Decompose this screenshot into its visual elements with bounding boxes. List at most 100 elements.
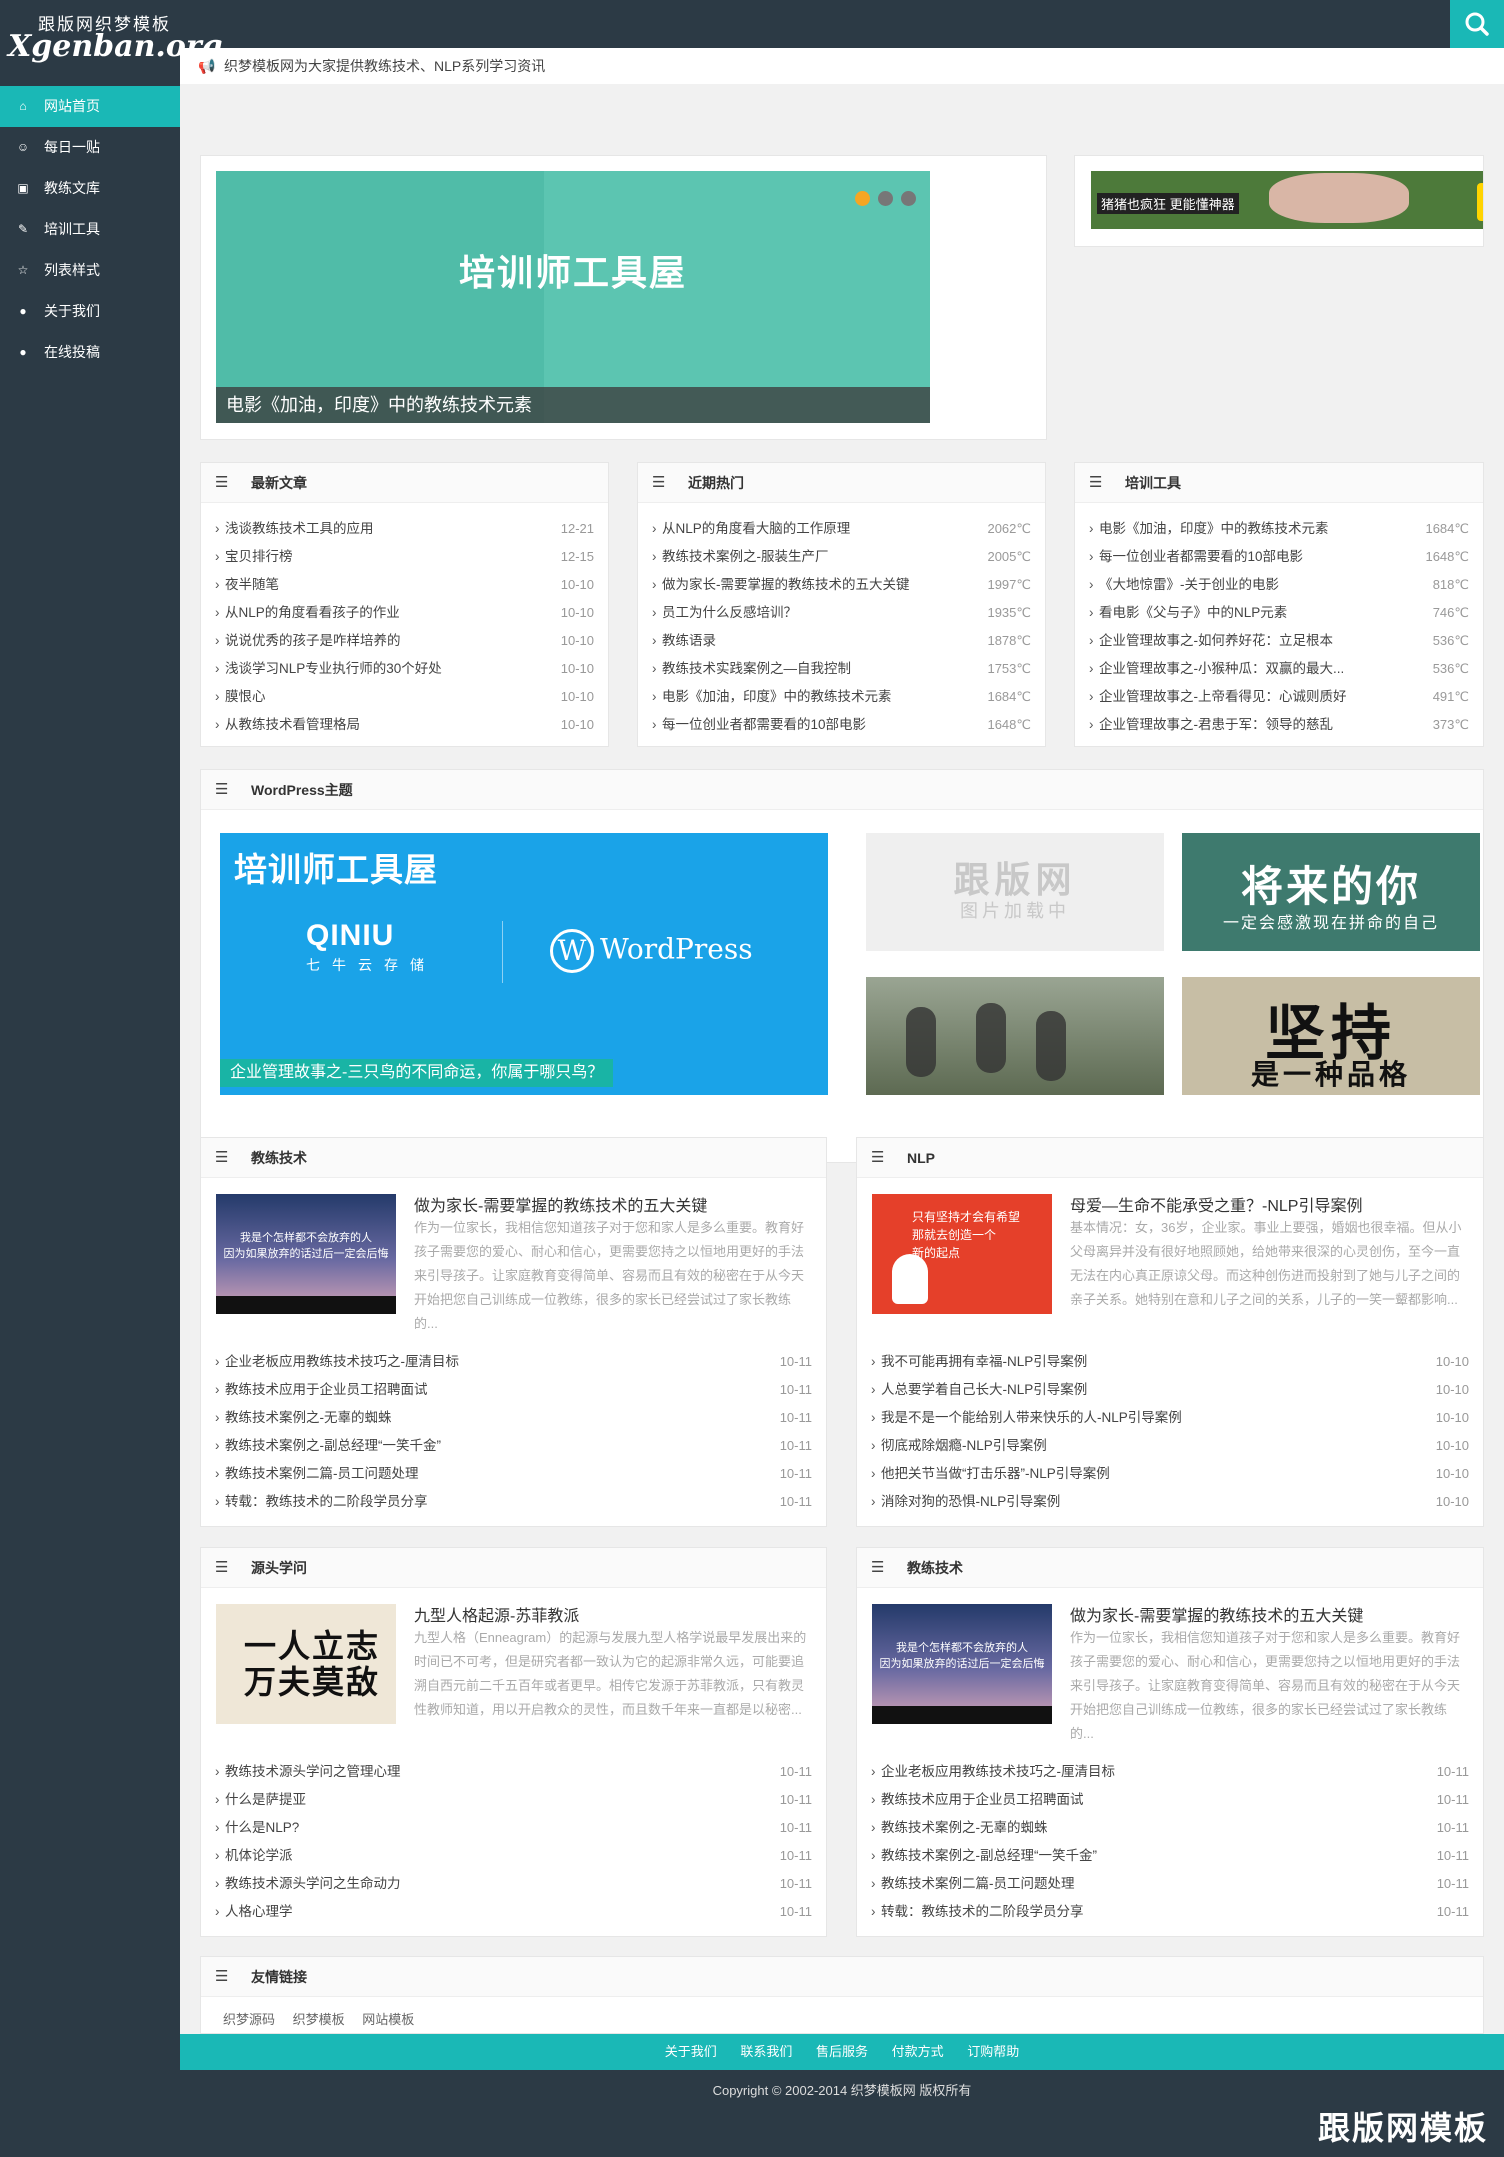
- list-item[interactable]: 膜恨心10-10: [215, 683, 594, 711]
- featured-image[interactable]: 一人立志 万夫莫敌: [216, 1604, 396, 1724]
- list-item[interactable]: 教练语录1878℃: [652, 627, 1031, 655]
- list-item-title[interactable]: 每一位创业者都需要看的10部电影: [1099, 543, 1469, 571]
- list-item-title[interactable]: 浅谈学习NLP专业执行师的30个好处: [225, 655, 594, 683]
- featured-title[interactable]: 母爱—生命不能承受之重？-NLP引导案例: [1070, 1192, 1468, 1216]
- list-item-title[interactable]: 每一位创业者都需要看的10部电影: [662, 711, 1031, 739]
- list-item[interactable]: 教练技术应用于企业员工招聘面试10-11: [871, 1786, 1469, 1814]
- list-item-title[interactable]: 企业管理故事之-上帝看得见：心诚则质好: [1099, 683, 1469, 711]
- list-item-title[interactable]: 电影《加油，印度》中的教练技术元素: [1099, 515, 1469, 543]
- slider-dot-3[interactable]: [901, 191, 916, 206]
- list-item-title[interactable]: 教练技术源头学问之管理心理: [225, 1758, 812, 1786]
- list-item-title[interactable]: 从NLP的角度看大脑的工作原理: [662, 515, 1031, 543]
- list-item[interactable]: 企业老板应用教练技术技巧之-厘清目标10-11: [871, 1758, 1469, 1786]
- list-item[interactable]: 他把关节当做“打击乐器”-NLP引导案例10-10: [871, 1460, 1469, 1488]
- thumb-future-you[interactable]: 将来的你 一定会感激现在拼命的自己: [1182, 833, 1480, 951]
- list-item[interactable]: 企业管理故事之-上帝看得见：心诚则质好491℃: [1089, 683, 1469, 711]
- list-item[interactable]: 夜半随笔10-10: [215, 571, 594, 599]
- list-item[interactable]: 电影《加油，印度》中的教练技术元素1684℃: [1089, 515, 1469, 543]
- list-item[interactable]: 人总要学着自己长大-NLP引导案例10-10: [871, 1376, 1469, 1404]
- list-item[interactable]: 教练技术应用于企业员工招聘面试10-11: [215, 1376, 812, 1404]
- list-item[interactable]: 教练技术源头学问之管理心理10-11: [215, 1758, 812, 1786]
- list-item-title[interactable]: 员工为什么反感培训？: [662, 599, 1031, 627]
- list-item-title[interactable]: 从教练技术看管理格局: [225, 711, 594, 739]
- list-item[interactable]: 企业老板应用教练技术技巧之-厘清目标10-11: [215, 1348, 812, 1376]
- thumb-persist[interactable]: 坚持 是一种品格: [1182, 977, 1480, 1095]
- list-item[interactable]: 员工为什么反感培训？1935℃: [652, 599, 1031, 627]
- list-item-title[interactable]: 教练技术案例二篇-员工问题处理: [225, 1460, 812, 1488]
- list-item-title[interactable]: 电影《加油，印度》中的教练技术元素: [662, 683, 1031, 711]
- footer-link-service[interactable]: 售后服务: [816, 2044, 868, 2059]
- footer-link-help[interactable]: 订购帮助: [967, 2044, 1019, 2059]
- list-item[interactable]: 彻底戒除烟瘾-NLP引导案例10-10: [871, 1432, 1469, 1460]
- slider-caption[interactable]: 电影《加油，印度》中的教练技术元素: [216, 387, 930, 423]
- list-item[interactable]: 企业管理故事之-小猴种瓜：双赢的最大...536℃: [1089, 655, 1469, 683]
- thumb-runners[interactable]: [866, 977, 1164, 1095]
- list-item-title[interactable]: 看电影《父与子》中的NLP元素: [1099, 599, 1469, 627]
- list-item[interactable]: 教练技术案例之-副总经理“一笑千金”10-11: [871, 1842, 1469, 1870]
- list-item[interactable]: 教练技术案例之-无辜的蜘蛛10-11: [215, 1404, 812, 1432]
- list-item[interactable]: 转载：教练技术的二阶段学员分享10-11: [215, 1488, 812, 1516]
- list-item-title[interactable]: 从NLP的角度看看孩子的作业: [225, 599, 594, 627]
- list-item[interactable]: 每一位创业者都需要看的10部电影1648℃: [652, 711, 1031, 739]
- wordpress-feature-image[interactable]: 培训师工具屋 QINIU 七牛云存储 W WordPress 企业管理故事之-三只…: [220, 833, 828, 1095]
- list-item[interactable]: 教练技术案例之-服装生产厂2005℃: [652, 543, 1031, 571]
- nav-item-tools[interactable]: ✎ 培训工具: [0, 209, 180, 250]
- list-item-title[interactable]: 人总要学着自己长大-NLP引导案例: [881, 1376, 1469, 1404]
- friend-link[interactable]: 织梦模板: [293, 2012, 345, 2027]
- list-item-title[interactable]: 膜恨心: [225, 683, 594, 711]
- list-item[interactable]: 我不可能再拥有幸福-NLP引导案例10-10: [871, 1348, 1469, 1376]
- footer-link-contact[interactable]: 联系我们: [740, 2044, 792, 2059]
- list-item[interactable]: 教练技术案例二篇-员工问题处理10-11: [871, 1870, 1469, 1898]
- list-item-title[interactable]: 宝贝排行榜: [225, 543, 594, 571]
- list-item[interactable]: 教练技术案例二篇-员工问题处理10-11: [215, 1460, 812, 1488]
- list-item-title[interactable]: 教练技术案例之-服装生产厂: [662, 543, 1031, 571]
- list-item[interactable]: 《大地惊雷》-关于创业的电影818℃: [1089, 571, 1469, 599]
- nav-item-library[interactable]: ▣ 教练文库: [0, 168, 180, 209]
- nav-item-home[interactable]: ⌂ 网站首页: [0, 86, 192, 127]
- list-item-title[interactable]: 教练技术应用于企业员工招聘面试: [881, 1786, 1469, 1814]
- list-item-title[interactable]: 人格心理学: [225, 1898, 812, 1926]
- list-item-title[interactable]: 教练技术源头学问之生命动力: [225, 1870, 812, 1898]
- list-item[interactable]: 电影《加油，印度》中的教练技术元素1684℃: [652, 683, 1031, 711]
- list-item[interactable]: 做为家长-需要掌握的教练技术的五大关键1997℃: [652, 571, 1031, 599]
- list-item-title[interactable]: 机体论学派: [225, 1842, 812, 1870]
- list-item[interactable]: 我是不是一个能给别人带来快乐的人-NLP引导案例10-10: [871, 1404, 1469, 1432]
- list-item[interactable]: 浅谈学习NLP专业执行师的30个好处10-10: [215, 655, 594, 683]
- search-button[interactable]: [1450, 0, 1504, 48]
- featured-title[interactable]: 做为家长-需要掌握的教练技术的五大关键: [1070, 1602, 1468, 1626]
- list-item-title[interactable]: 教练技术案例之-副总经理“一笑千金”: [881, 1842, 1469, 1870]
- slider-dot-1[interactable]: [855, 191, 870, 206]
- list-item-title[interactable]: 消除对狗的恐惧-NLP引导案例: [881, 1488, 1469, 1516]
- featured-title[interactable]: 做为家长-需要掌握的教练技术的五大关键: [414, 1192, 811, 1216]
- list-item[interactable]: 企业管理故事之-君患于军：领导的慈乱373℃: [1089, 711, 1469, 739]
- featured-image[interactable]: 我是个怎样都不会放弃的人 因为如果放弃的话过后一定会后悔: [872, 1604, 1052, 1724]
- list-item-title[interactable]: 教练技术应用于企业员工招聘面试: [225, 1376, 812, 1404]
- footer-link-about[interactable]: 关于我们: [665, 2044, 717, 2059]
- featured-image[interactable]: 我是个怎样都不会放弃的人 因为如果放弃的话过后一定会后悔: [216, 1194, 396, 1314]
- list-item-title[interactable]: 浅谈教练技术工具的应用: [225, 515, 594, 543]
- list-item[interactable]: 什么是萨提亚10-11: [215, 1786, 812, 1814]
- list-item[interactable]: 企业管理故事之-如何养好花：立足根本536℃: [1089, 627, 1469, 655]
- list-item-title[interactable]: 企业管理故事之-君患于军：领导的慈乱: [1099, 711, 1469, 739]
- list-item[interactable]: 教练技术案例之-副总经理“一笑千金”10-11: [215, 1432, 812, 1460]
- list-item-title[interactable]: 企业管理故事之-如何养好花：立足根本: [1099, 627, 1469, 655]
- list-item[interactable]: 人格心理学10-11: [215, 1898, 812, 1926]
- wp-caption[interactable]: 企业管理故事之-三只鸟的不同命运，你属于哪只鸟？: [220, 1059, 614, 1087]
- featured-image[interactable]: 只有坚持才会有希望 那就去创造一个 新的起点: [872, 1194, 1052, 1314]
- list-item-title[interactable]: 什么是NLP?: [225, 1814, 812, 1842]
- slider-dot-2[interactable]: [878, 191, 893, 206]
- nav-item-submit[interactable]: ● 在线投稿: [0, 332, 180, 373]
- list-item-title[interactable]: 我是不是一个能给别人带来快乐的人-NLP引导案例: [881, 1404, 1469, 1432]
- list-item-title[interactable]: 企业老板应用教练技术技巧之-厘清目标: [225, 1348, 812, 1376]
- list-item[interactable]: 说说优秀的孩子是咋样培养的10-10: [215, 627, 594, 655]
- list-item[interactable]: 从NLP的角度看大脑的工作原理2062℃: [652, 515, 1031, 543]
- list-item[interactable]: 宝贝排行榜12-15: [215, 543, 594, 571]
- list-item-title[interactable]: 我不可能再拥有幸福-NLP引导案例: [881, 1348, 1469, 1376]
- nav-item-list-style[interactable]: ☆ 列表样式: [0, 250, 180, 291]
- list-item[interactable]: 从教练技术看管理格局10-10: [215, 711, 594, 739]
- ad-banner[interactable]: 猪猪也疯狂 更能懂神器: [1091, 171, 1483, 229]
- list-item-title[interactable]: 说说优秀的孩子是咋样培养的: [225, 627, 594, 655]
- list-item[interactable]: 教练技术案例之-无辜的蜘蛛10-11: [871, 1814, 1469, 1842]
- list-item-title[interactable]: 彻底戒除烟瘾-NLP引导案例: [881, 1432, 1469, 1460]
- list-item-title[interactable]: 教练技术案例之-无辜的蜘蛛: [881, 1814, 1469, 1842]
